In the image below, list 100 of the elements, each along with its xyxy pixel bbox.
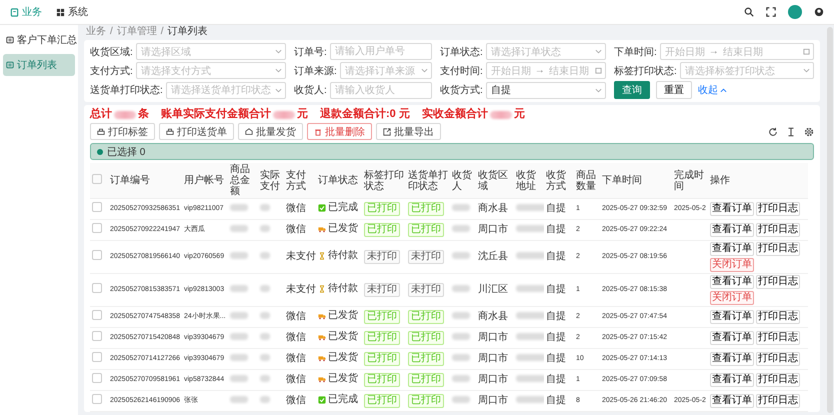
toolbar-button[interactable]: 批量导出 [376,123,441,140]
row-action-button[interactable]: 打印日志 [756,394,800,408]
table-cell: 川汇区 [476,274,514,306]
avatar[interactable] [788,5,802,19]
row-action-button[interactable]: 打印日志 [756,202,800,216]
row-checkbox[interactable] [92,310,102,320]
collapse-link[interactable]: 收起 [698,83,727,97]
row-action-button[interactable]: 查看订单 [710,394,754,408]
table-cell: 微信 [284,198,316,220]
hourglass-icon [318,285,326,293]
settings-icon[interactable] [804,126,814,136]
filter-label: 订单状态: [440,46,483,58]
row-action-button[interactable]: 打印日志 [756,373,800,387]
truck-icon [318,333,326,341]
row-checkbox[interactable] [92,250,102,260]
chevron-down-icon [421,67,428,74]
column-header: 完成时间 [672,163,708,198]
print-status-tag: 已打印 [408,373,444,387]
table-cell: 自提 [544,306,574,328]
print-status-tag: 已打印 [408,394,444,408]
filter-label: 支付时间: [440,64,483,78]
row-action-button[interactable]: 打印日志 [756,310,800,324]
info-icon [97,148,103,154]
print-status-tag: 已打印 [364,352,400,366]
check-icon [318,204,326,212]
table-cell: 自提 [544,240,574,274]
row-checkbox[interactable] [92,283,102,293]
row-height-icon[interactable] [786,126,796,136]
row-action-button[interactable]: 查看订单 [710,373,754,387]
print-status-tag: 已打印 [364,331,400,345]
row-action-button[interactable]: 打印日志 [756,242,800,256]
filter-label: 订单来源: [294,64,337,78]
row-action-button[interactable]: 查看订单 [710,242,754,256]
delete-button[interactable]: 批量删除 [307,123,372,140]
row-checkbox[interactable] [92,394,102,404]
chevron-up-icon [720,86,727,94]
filter-label: 订单号: [294,46,327,58]
hourglass-icon [318,252,326,260]
table-cell: 自提 [544,220,574,240]
row-action-button[interactable]: 查看订单 [710,202,754,216]
user-menu-icon[interactable] [814,7,824,17]
input-field[interactable]: 请输入收货人 [330,82,432,98]
row-action-button[interactable]: 打印日志 [756,352,800,366]
column-header: 实际支付 [258,163,284,198]
toolbar-button[interactable]: 打印送货单 [159,123,234,140]
chevron-down-icon [275,86,282,94]
order-status: 已完成 [318,202,358,214]
column-header: 收货地址 [514,163,544,198]
print-status-tag: 已打印 [408,310,444,324]
document-icon [10,8,19,16]
row-action-button[interactable]: 打印日志 [756,331,800,345]
row-checkbox[interactable] [92,373,102,383]
row-action-button[interactable]: 查看订单 [710,352,754,366]
row-checkbox[interactable] [92,331,102,341]
order-status: 已发货 [318,352,358,364]
row-checkbox[interactable] [92,202,102,212]
select-field[interactable]: 自提 [486,82,606,98]
row-action-button[interactable]: 打印日志 [756,223,800,237]
filter-label: 收货人: [294,84,327,97]
print-status-tag: 未打印 [364,283,400,297]
row-action-button[interactable]: 查看订单 [710,331,754,345]
row-checkbox[interactable] [92,352,102,362]
row-action-button[interactable]: 查看订单 [710,223,754,237]
row-action-button[interactable]: 关闭订单 [710,291,754,305]
row-action-button[interactable]: 打印日志 [756,275,800,289]
refresh-icon[interactable] [768,126,778,136]
chevron-down-icon [595,48,602,55]
toolbar-button[interactable]: 打印标签 [90,123,155,140]
table-cell: 微信 [284,306,316,328]
house-icon [245,128,253,136]
printer-icon [166,128,174,136]
search-button[interactable]: 查询 [614,81,650,99]
select-all-checkbox[interactable] [92,174,102,184]
toolbar-button[interactable]: 批量发货 [238,123,303,140]
filter-label: 标签打印状态: [614,64,677,78]
print-status-tag: 未打印 [364,250,400,264]
fullscreen-icon[interactable] [766,7,776,17]
filter-label: 下单时间: [614,46,657,58]
table-cell: 商水县 [476,306,514,328]
print-status-tag: 已打印 [408,223,444,237]
column-header: 送货单打印状态 [406,163,450,198]
table-cell: 周口市 [476,370,514,390]
top-nav-tab[interactable]: 系统 [56,5,88,19]
reset-button[interactable]: 重置 [656,81,692,99]
table-cell: 周口市 [476,328,514,348]
row-action-button[interactable]: 关闭订单 [710,258,754,272]
scrollbar[interactable] [827,27,833,413]
row-action-button[interactable]: 查看订单 [710,310,754,324]
search-icon[interactable] [744,7,754,17]
row-checkbox[interactable] [92,223,102,233]
input-field[interactable]: 请输入用户单号 [330,43,432,60]
table-cell: 微信 [284,348,316,370]
sidebar-item[interactable]: 订单列表 [3,54,75,76]
chevron-down-icon [803,67,810,74]
sidebar-item[interactable]: 客户下单汇总 [3,29,75,51]
row-action-button[interactable]: 查看订单 [710,275,754,289]
truck-icon [318,225,326,233]
table-cell: 周口市 [476,390,514,412]
column-header: 收货人 [450,163,476,198]
calendar-icon [595,67,602,74]
